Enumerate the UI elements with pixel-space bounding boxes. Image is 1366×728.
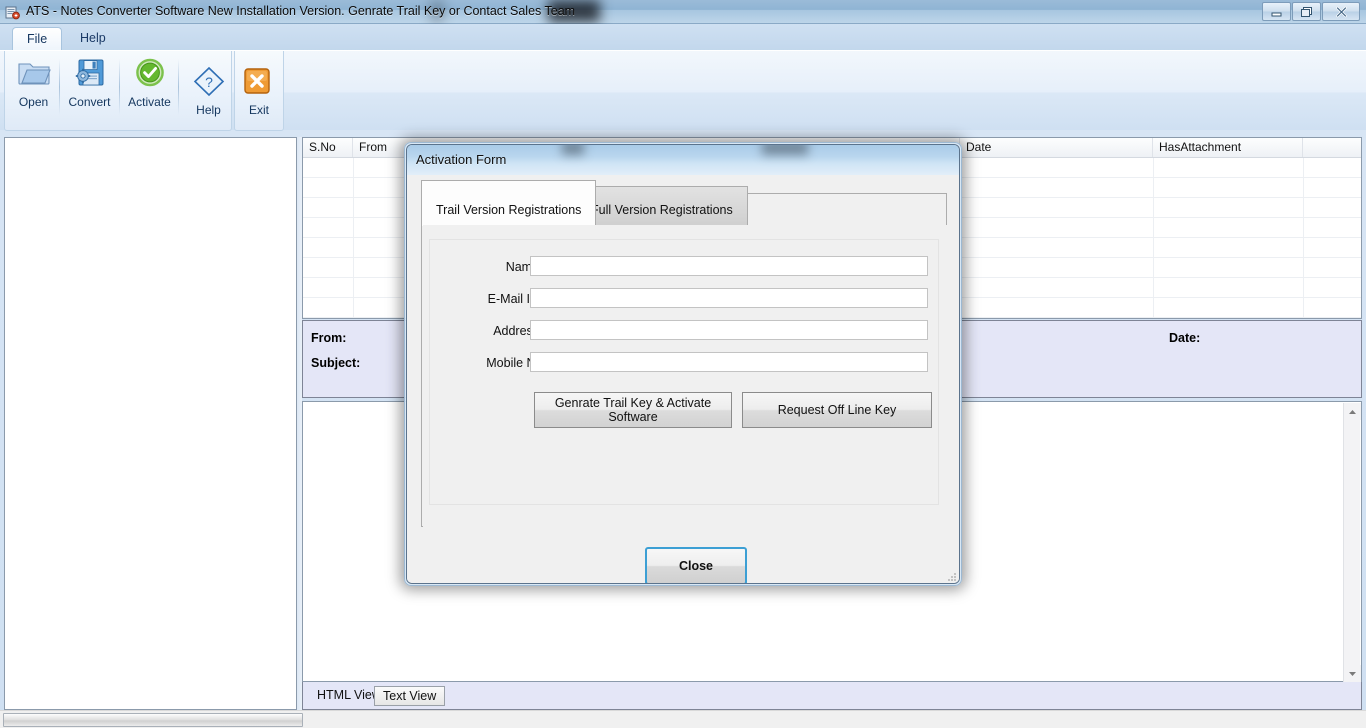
open-button-label: Open bbox=[18, 95, 49, 109]
resize-grip-icon[interactable] bbox=[945, 570, 957, 582]
request-offline-key-button[interactable]: Request Off Line Key bbox=[742, 392, 932, 428]
dialog-tab-control: Full Version Registrations Trail Version… bbox=[421, 180, 947, 527]
tab-full-version-registrations[interactable]: Full Version Registrations bbox=[576, 186, 748, 226]
registration-form-group: Name : E-Mail ID : Address : Mobile No: … bbox=[429, 239, 939, 505]
activation-form-dialog: Activation Form Full Version Registratio… bbox=[406, 144, 960, 584]
exit-button[interactable]: Exit bbox=[235, 61, 283, 127]
glass-artifact bbox=[562, 145, 584, 155]
ribbon-tab-help-label: Help bbox=[80, 31, 106, 45]
scroll-down-arrow-icon[interactable] bbox=[1344, 665, 1361, 682]
date-label: Date: bbox=[1169, 331, 1201, 345]
scroll-up-arrow-icon[interactable] bbox=[1344, 403, 1361, 420]
grid-column-header-spare[interactable] bbox=[1303, 138, 1361, 157]
minimize-icon bbox=[1271, 12, 1282, 16]
form-row-name: Name : bbox=[430, 256, 940, 284]
floppy-gear-icon bbox=[73, 58, 107, 92]
preview-vertical-scrollbar[interactable] bbox=[1343, 403, 1361, 682]
ribbon-group-main: Open Convert Activate ? Help bbox=[4, 51, 232, 131]
restore-icon bbox=[1301, 6, 1312, 17]
form-row-mobile: Mobile No: bbox=[430, 352, 940, 380]
ribbon-panel: Open Convert Activate ? Help Exit bbox=[0, 50, 1366, 131]
restore-button[interactable] bbox=[1292, 2, 1321, 21]
form-row-address: Address : bbox=[430, 320, 940, 348]
glass-artifact bbox=[762, 145, 808, 155]
grid-column-header-sno[interactable]: S.No bbox=[303, 138, 353, 157]
dialog-tab-page: Name : E-Mail ID : Address : Mobile No: … bbox=[423, 225, 947, 527]
grid-column-header-hasattachment[interactable]: HasAttachment bbox=[1153, 138, 1303, 157]
close-button[interactable] bbox=[1322, 2, 1360, 21]
tab-html-view-label: HTML View bbox=[317, 688, 381, 702]
close-icon bbox=[1335, 6, 1347, 17]
convert-button[interactable]: Convert bbox=[62, 53, 117, 119]
ribbon-separator bbox=[178, 59, 179, 115]
tab-text-view[interactable]: Text View bbox=[374, 686, 446, 706]
close-button[interactable]: Close bbox=[645, 547, 747, 583]
window-title-bar: ATS - Notes Converter Software New Insta… bbox=[0, 0, 1366, 24]
tab-text-view-label: Text View bbox=[383, 689, 437, 703]
activate-button-label: Activate bbox=[128, 95, 171, 109]
ribbon-tab-strip: File Help bbox=[0, 24, 1366, 51]
dialog-title-bar[interactable]: Activation Form bbox=[407, 145, 959, 175]
exit-button-label: Exit bbox=[248, 103, 269, 117]
window-title: ATS - Notes Converter Software New Insta… bbox=[26, 4, 576, 18]
mobile-input[interactable] bbox=[530, 352, 928, 372]
minimize-button[interactable] bbox=[1262, 2, 1291, 21]
email-input[interactable] bbox=[530, 288, 928, 308]
orange-x-icon bbox=[242, 66, 276, 100]
open-button[interactable]: Open bbox=[6, 53, 61, 119]
tab-trail-version-label: Trail Version Registrations bbox=[436, 203, 582, 217]
help-button-label: Help bbox=[196, 103, 221, 117]
name-input[interactable] bbox=[530, 256, 928, 276]
form-row-email: E-Mail ID : bbox=[430, 288, 940, 316]
address-input[interactable] bbox=[530, 320, 928, 340]
generate-trail-key-button[interactable]: Genrate Trail Key & Activate Software bbox=[534, 392, 732, 428]
folder-open-icon bbox=[17, 58, 51, 92]
ribbon-tab-help[interactable]: Help bbox=[66, 27, 120, 51]
ribbon-tab-file[interactable]: File bbox=[12, 27, 63, 51]
tab-trail-version-registrations[interactable]: Trail Version Registrations bbox=[421, 180, 597, 226]
ribbon-tab-file-label: File bbox=[27, 32, 48, 46]
window-horizontal-scrollbar[interactable] bbox=[0, 710, 1366, 728]
folder-tree-panel[interactable] bbox=[4, 137, 297, 710]
blue-diamond-question-icon: ? bbox=[192, 66, 226, 100]
from-label: From: bbox=[311, 331, 347, 345]
svg-text:?: ? bbox=[205, 74, 213, 90]
ribbon-group-exit: Exit bbox=[234, 51, 284, 131]
application-window: ATS - Notes Converter Software New Insta… bbox=[0, 0, 1366, 728]
activate-button[interactable]: Activate bbox=[122, 53, 177, 119]
green-check-circle-icon bbox=[133, 58, 167, 92]
tab-full-version-label: Full Version Registrations bbox=[591, 203, 733, 217]
convert-button-label: Convert bbox=[68, 95, 111, 109]
dialog-body: Full Version Registrations Trail Version… bbox=[407, 175, 959, 583]
horizontal-scrollbar-thumb[interactable] bbox=[3, 713, 303, 727]
subject-label: Subject: bbox=[311, 356, 361, 370]
app-icon bbox=[5, 5, 20, 20]
help-button[interactable]: ? Help bbox=[181, 61, 236, 127]
preview-view-tab-strip: HTML View Text View bbox=[302, 682, 1362, 710]
grid-column-header-date[interactable]: Date bbox=[960, 138, 1153, 157]
ribbon-separator bbox=[119, 59, 120, 115]
dialog-title: Activation Form bbox=[416, 152, 507, 167]
